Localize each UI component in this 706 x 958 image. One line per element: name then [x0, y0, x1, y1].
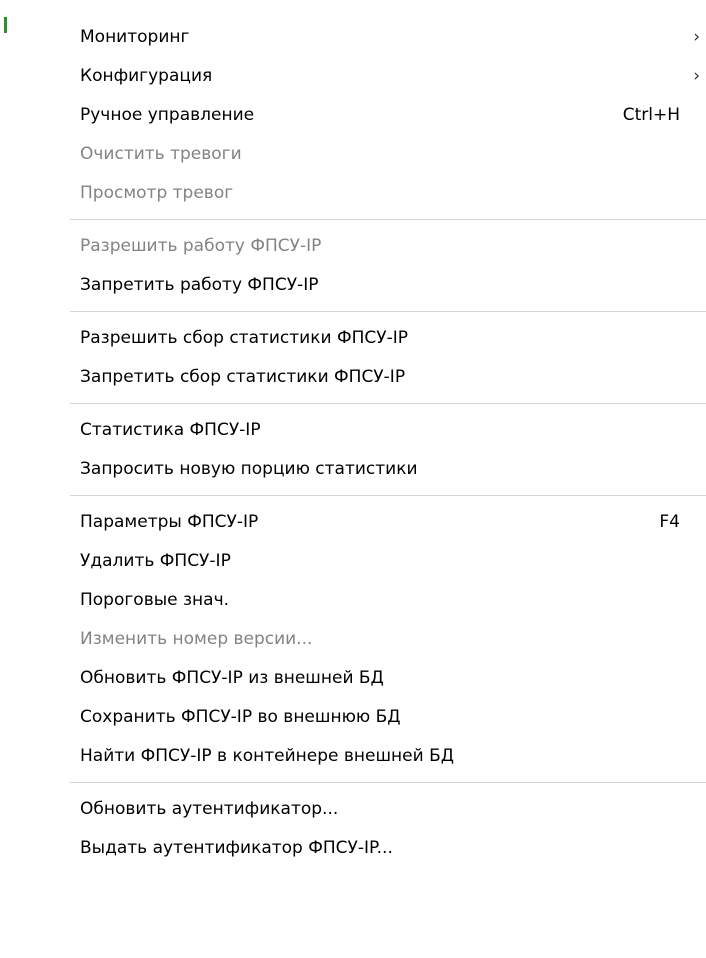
menu-separator: [70, 311, 706, 312]
menu-item-label: Просмотр тревог: [80, 183, 234, 203]
context-menu: Мониторинг › Конфигурация › Ручное управ…: [0, 0, 706, 958]
menu-separator: [70, 219, 706, 220]
menu-item-parameters[interactable]: Параметры ФПСУ-IP F4: [0, 503, 706, 542]
menu-separator: [70, 782, 706, 783]
menu-item-enable-stats[interactable]: Разрешить сбор статистики ФПСУ-IP: [0, 319, 706, 358]
menu-item-delete-fpsu[interactable]: Удалить ФПСУ-IP: [0, 542, 706, 581]
menu-item-manual-control[interactable]: Ручное управление Ctrl+H: [0, 96, 706, 135]
menu-item-label: Конфигурация: [80, 66, 213, 86]
menu-item-label: Запретить работу ФПСУ-IP: [80, 275, 319, 295]
menu-item-label: Обновить аутентификатор...: [80, 799, 339, 819]
menu-item-enable-fpsu[interactable]: Разрешить работу ФПСУ-IP: [0, 227, 706, 266]
menu-item-label: Очистить тревоги: [80, 144, 242, 164]
menu-item-monitoring[interactable]: Мониторинг ›: [0, 18, 706, 57]
menu-item-shortcut: F4: [659, 512, 680, 532]
menu-item-find-in-db[interactable]: Найти ФПСУ-IP в контейнере внешней БД: [0, 737, 706, 776]
menu-item-label: Ручное управление: [80, 105, 255, 125]
menu-item-thresholds[interactable]: Пороговые знач.: [0, 581, 706, 620]
menu-item-update-from-db[interactable]: Обновить ФПСУ-IP из внешней БД: [0, 659, 706, 698]
menu-item-issue-authenticator[interactable]: Выдать аутентификатор ФПСУ-IP...: [0, 829, 706, 868]
menu-item-label: Запросить новую порцию статистики: [80, 459, 418, 479]
menu-item-label: Изменить номер версии...: [80, 629, 313, 649]
menu-item-label: Параметры ФПСУ-IP: [80, 512, 259, 532]
submenu-arrow-icon: ›: [693, 66, 700, 86]
menu-item-disable-fpsu[interactable]: Запретить работу ФПСУ-IP: [0, 266, 706, 305]
menu-item-configuration[interactable]: Конфигурация ›: [0, 57, 706, 96]
menu-item-label: Пороговые знач.: [80, 590, 230, 610]
submenu-arrow-icon: ›: [693, 27, 700, 47]
menu-item-label: Выдать аутентификатор ФПСУ-IP...: [80, 838, 393, 858]
menu-item-label: Удалить ФПСУ-IP: [80, 551, 231, 571]
menu-item-label: Статистика ФПСУ-IP: [80, 420, 261, 440]
menu-item-change-version[interactable]: Изменить номер версии...: [0, 620, 706, 659]
menu-item-disable-stats[interactable]: Запретить сбор статистики ФПСУ-IP: [0, 358, 706, 397]
menu-item-view-alarms[interactable]: Просмотр тревог: [0, 174, 706, 213]
menu-item-clear-alarms[interactable]: Очистить тревоги: [0, 135, 706, 174]
menu-item-statistics[interactable]: Статистика ФПСУ-IP: [0, 411, 706, 450]
menu-item-shortcut: Ctrl+H: [622, 105, 680, 125]
menu-item-update-authenticator[interactable]: Обновить аутентификатор...: [0, 790, 706, 829]
menu-item-save-to-db[interactable]: Сохранить ФПСУ-IP во внешнюю БД: [0, 698, 706, 737]
menu-separator: [70, 495, 706, 496]
menu-item-request-stats[interactable]: Запросить новую порцию статистики: [0, 450, 706, 489]
menu-item-label: Сохранить ФПСУ-IP во внешнюю БД: [80, 707, 401, 727]
menu-item-label: Запретить сбор статистики ФПСУ-IP: [80, 367, 406, 387]
menu-separator: [70, 403, 706, 404]
menu-item-label: Мониторинг: [80, 27, 190, 47]
menu-item-label: Разрешить сбор статистики ФПСУ-IP: [80, 328, 408, 348]
menu-item-label: Обновить ФПСУ-IP из внешней БД: [80, 668, 384, 688]
menu-item-label: Найти ФПСУ-IP в контейнере внешней БД: [80, 746, 455, 766]
menu-item-label: Разрешить работу ФПСУ-IP: [80, 236, 322, 256]
